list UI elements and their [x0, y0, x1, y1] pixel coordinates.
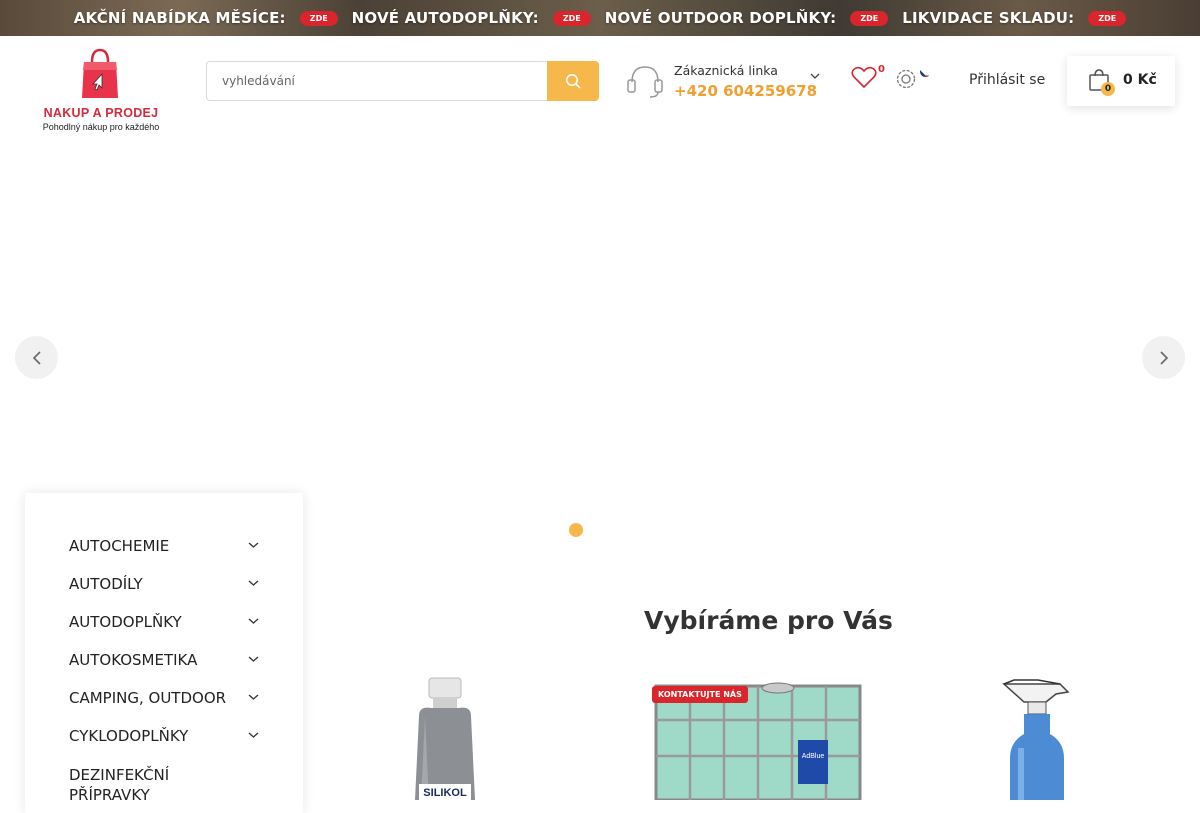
- search-button[interactable]: [547, 61, 599, 101]
- logo[interactable]: NAKUP A PRODEJ Pohodlný nákup pro každéh…: [36, 48, 166, 138]
- promo-label: NOVÉ OUTDOOR DOPLŇKY:: [604, 9, 837, 27]
- cart-button[interactable]: 0 0 Kč: [1067, 56, 1175, 106]
- category-item[interactable]: AUTODOPLŇKY: [69, 613, 269, 631]
- logo-subtitle: Pohodlný nákup pro každého: [42, 122, 160, 132]
- hotline[interactable]: Zákaznická linka +420 604259678: [626, 60, 826, 104]
- chevron-down-icon[interactable]: [248, 541, 259, 549]
- product-image-spray[interactable]: [990, 678, 1080, 800]
- search-bar: [206, 61, 599, 101]
- promo-item-outdoor[interactable]: NOVÉ OUTDOOR DOPLŇKY: ZDE: [604, 9, 889, 27]
- category-label: AUTOCHEMIE: [69, 537, 170, 555]
- product-label: AdBlue: [802, 753, 825, 760]
- chevron-down-icon[interactable]: [248, 731, 259, 739]
- category-label: AUTODOPLŇKY: [69, 613, 182, 631]
- search-input[interactable]: [206, 61, 547, 101]
- category-item[interactable]: DEZINFEKČNÍ PŘÍPRAVKY: [69, 765, 189, 805]
- header: NAKUP A PRODEJ Pohodlný nákup pro každéh…: [0, 36, 1200, 146]
- promo-label: NOVÉ AUTODOPLŇKY:: [351, 9, 539, 27]
- promo-item-akce[interactable]: AKČNÍ NABÍDKA MĚSÍCE: ZDE: [74, 9, 338, 27]
- promo-item-likvidace[interactable]: LIKVIDACE SKLADU: ZDE: [902, 9, 1127, 27]
- category-sidebar: AUTOCHEMIE AUTODÍLY AUTODOPLŇKY AUTOKOSM…: [25, 493, 303, 813]
- heart-icon[interactable]: [851, 66, 877, 90]
- category-item[interactable]: CYKLODOPLŇKY: [69, 727, 269, 745]
- chevron-down-icon[interactable]: [810, 72, 820, 80]
- login-link[interactable]: Přihlásit se: [969, 72, 1045, 88]
- chevron-down-icon[interactable]: [248, 579, 259, 587]
- category-label: DEZINFEKČNÍ PŘÍPRAVKY: [69, 766, 170, 804]
- slider-next-button[interactable]: [1142, 336, 1185, 379]
- promo-badge[interactable]: ZDE: [552, 10, 591, 26]
- cart-total: 0 Kč: [1123, 72, 1157, 88]
- category-label: CAMPING, OUTDOOR: [69, 689, 227, 707]
- chevron-down-icon[interactable]: [248, 693, 259, 701]
- category-item[interactable]: CAMPING, OUTDOOR: [69, 689, 269, 707]
- category-item[interactable]: AUTODÍLY: [69, 575, 269, 593]
- category-label: AUTODÍLY: [69, 575, 143, 593]
- hotline-phone[interactable]: +420 604259678: [674, 82, 817, 100]
- category-item[interactable]: AUTOCHEMIE: [69, 537, 269, 555]
- slider-prev-button[interactable]: [15, 336, 58, 379]
- chevron-left-icon: [32, 350, 41, 365]
- promo-bar: AKČNÍ NABÍDKA MĚSÍCE: ZDE NOVÉ AUTODOPLŇ…: [0, 0, 1200, 36]
- promo-item-autodoplnky[interactable]: NOVÉ AUTODOPLŇKY: ZDE: [352, 9, 591, 27]
- product-image-silikol[interactable]: SILIKOL: [405, 676, 485, 800]
- contact-badge[interactable]: KONTAKTUJTE NÁS: [652, 686, 748, 703]
- shopping-bag-icon: [82, 48, 118, 98]
- cart-count: 0: [1101, 82, 1115, 96]
- promo-badge[interactable]: ZDE: [299, 10, 338, 26]
- category-label: CYKLODOPLŇKY: [69, 727, 189, 745]
- czech-flag-icon[interactable]: [920, 66, 931, 77]
- product-label: SILIKOL: [423, 787, 467, 799]
- promo-label: LIKVIDACE SKLADU:: [902, 9, 1075, 27]
- chevron-down-icon[interactable]: [248, 655, 259, 663]
- wishlist-count: 0: [878, 64, 885, 75]
- hotline-label: Zákaznická linka: [674, 63, 778, 78]
- category-item[interactable]: AUTOKOSMETIKA: [69, 651, 269, 669]
- chevron-right-icon: [1159, 350, 1168, 365]
- slider-dot[interactable]: [569, 523, 583, 537]
- headset-icon: [627, 66, 663, 98]
- promo-label: AKČNÍ NABÍDKA MĚSÍCE:: [73, 9, 286, 27]
- section-title: Vybíráme pro Vás: [644, 606, 893, 635]
- logo-title: NAKUP A PRODEJ: [43, 106, 159, 120]
- chevron-down-icon[interactable]: [248, 617, 259, 625]
- gear-icon[interactable]: [895, 68, 917, 90]
- promo-badge[interactable]: ZDE: [1088, 10, 1127, 26]
- promo-badge[interactable]: ZDE: [850, 10, 889, 26]
- category-label: AUTOKOSMETIKA: [69, 651, 198, 669]
- search-icon: [566, 74, 581, 89]
